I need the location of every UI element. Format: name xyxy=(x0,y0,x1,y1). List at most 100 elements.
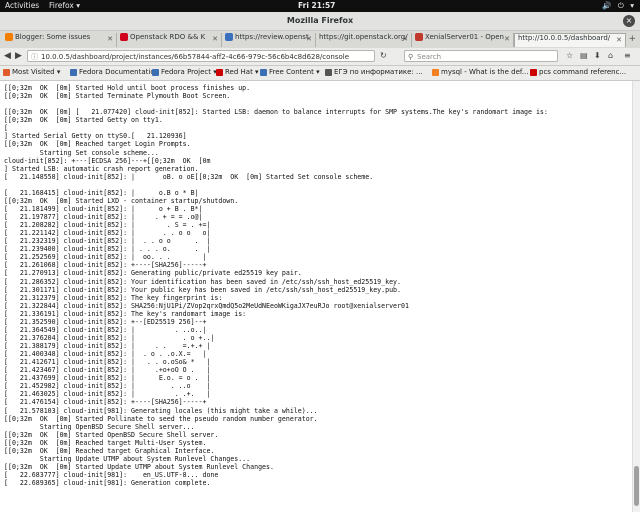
console-line: [ 21.301171] cloud-init[852]: Your publi… xyxy=(4,285,401,294)
console-line: [[0;32m OK [0m] Started Getty on tty1. xyxy=(4,116,163,125)
close-tab-icon[interactable]: ✕ xyxy=(212,35,218,43)
folder-icon xyxy=(152,68,159,76)
page-icon xyxy=(325,68,332,76)
console-line: [[0;32m OK [0m] Started OpenBSD Secure S… xyxy=(4,430,219,439)
tab-label: XenialServer01 - Open xyxy=(425,33,504,41)
tab-label: http://10.0.0.5/dashboard/ xyxy=(518,34,611,42)
downloads-icon[interactable]: ⬇ xyxy=(594,51,601,60)
bookmark-free-content[interactable]: Free Content ▾ xyxy=(260,68,320,76)
console-line: [ 21.270913] cloud-init[852]: Generating… xyxy=(4,269,302,278)
console-line: Starting Update UTMP about System Runlev… xyxy=(4,454,251,463)
scrollbar-thumb[interactable] xyxy=(634,466,639,506)
url-text: 10.0.0.5/dashboard/project/instances/66b… xyxy=(41,53,350,61)
tab-label: https://review.openst xyxy=(235,33,309,41)
site-favicon-icon xyxy=(225,33,233,41)
navigation-bar: ◀ ▶ ⓘ 10.0.0.5/dashboard/project/instance… xyxy=(0,48,640,66)
console-line: [ 21.352590] cloud-init[852]: +--[ED2551… xyxy=(4,317,207,326)
console-line: [ 21.364549] cloud-init[852]: | . ..o..| xyxy=(4,325,207,334)
console-line: [[0;32m OK [0m] Started Pollinate to see… xyxy=(4,414,318,423)
console-line: [ 21.463025] cloud-init[852]: | . .+. | xyxy=(4,390,211,399)
bookmark-ege[interactable]: ЕГЭ по информатике: ... xyxy=(325,68,423,76)
bookmark-mysql[interactable]: mysql - What is the def... xyxy=(432,68,529,76)
menu-icon[interactable]: ≡ xyxy=(624,51,631,60)
console-line: [ 21.388179] cloud-init[852]: | . . =.+.… xyxy=(4,342,211,350)
reading-list-icon[interactable]: ▤ xyxy=(580,51,588,60)
activities-button[interactable]: Activities xyxy=(5,1,39,10)
close-window-button[interactable]: × xyxy=(623,15,635,27)
tab-bar: Blogger: Some issues ✕ Openstack RDO && K… xyxy=(0,31,640,49)
console-line: [ 21.322844] cloud-init[852]: SHA256:NjU… xyxy=(4,301,409,310)
console-line: [ 21.578103] cloud-init[981]: Generating… xyxy=(4,406,318,415)
console-line: [[0;32m OK [0m] Reached target Login Pro… xyxy=(4,140,191,149)
window-title-bar: Mozilla Firefox × xyxy=(0,12,640,31)
home-icon[interactable]: ⌂ xyxy=(608,51,613,60)
window-title: Mozilla Firefox xyxy=(286,16,354,25)
console-line: ] Started Serial Getty on ttyS0.[ 21.120… xyxy=(4,132,187,141)
tab-dashboard-active[interactable]: http://10.0.0.5/dashboard/ ✕ xyxy=(514,33,626,47)
folder-icon xyxy=(216,68,223,76)
console-line: [[0;32m OK [0m] Started LXD - container … xyxy=(4,196,239,205)
tab-openstack-rdo[interactable]: Openstack RDO && K ✕ xyxy=(117,33,222,47)
folder-icon xyxy=(260,68,267,76)
url-bar[interactable]: ⓘ 10.0.0.5/dashboard/project/instances/66… xyxy=(27,50,375,62)
console-line: [ 21.168415] cloud-init[852]: | o.B o * … xyxy=(4,188,199,197)
close-tab-icon[interactable]: ✕ xyxy=(306,35,312,43)
console-line: [[0;32m OK [0m] Reached target Graphical… xyxy=(4,446,215,455)
tab-label: Openstack RDO && K xyxy=(130,33,206,41)
search-icon: ⚲ xyxy=(408,53,414,61)
close-tab-icon[interactable]: ✕ xyxy=(107,35,113,43)
console-line: Starting Set console scheme... xyxy=(4,148,159,157)
app-menu[interactable]: Firefox ▾ xyxy=(49,1,80,10)
console-line: [ 22.683777] cloud-init[981]: en_US.UTF-… xyxy=(4,471,219,479)
bookmarks-toolbar: Most Visited ▾ Fedora Documentation Fedo… xyxy=(0,66,640,81)
console-line: [ 21.252569] cloud-init[852]: | oo. . . … xyxy=(4,253,207,262)
console-line: [ 21.376204] cloud-init[852]: | . o +..| xyxy=(4,333,215,342)
bookmark-pcs[interactable]: pcs command referenc... xyxy=(530,68,626,76)
tab-blogger[interactable]: Blogger: Some issues ✕ xyxy=(2,33,117,47)
console-line: [[0;32m OK [0m] Reached target Multi-Use… xyxy=(4,438,207,447)
fedora-icon xyxy=(70,68,77,76)
tab-review-openstack[interactable]: https://review.openst ✕ xyxy=(222,33,316,47)
console-line: [ 21.208282] cloud-init[852]: | . S = . … xyxy=(4,221,211,230)
forward-icon[interactable]: ▶ xyxy=(15,51,22,61)
console-line: Starting OpenBSD Secure Shell server... xyxy=(4,422,195,431)
close-tab-icon[interactable]: ✕ xyxy=(616,36,622,44)
console-line: [ 21.400348] cloud-init[852]: | . o . .o… xyxy=(4,350,207,359)
console-line: [ 21.239400] cloud-init[852]: | . . . o.… xyxy=(4,245,211,254)
bookmark-star-icon[interactable]: ☆ xyxy=(566,51,573,60)
tab-label: https://git.openstack.org/ xyxy=(319,33,408,41)
reload-icon[interactable]: ↻ xyxy=(380,51,387,60)
scrollbar[interactable] xyxy=(632,81,640,512)
bookmark-fedora-docs[interactable]: Fedora Documentation xyxy=(70,68,159,76)
console-line: [ 22.689365] cloud-init[981]: Generation… xyxy=(4,479,211,488)
clock[interactable]: Fri 21:57 xyxy=(298,1,335,10)
console-line: [ 21.232319] cloud-init[852]: | . . o o … xyxy=(4,237,211,246)
tab-git-openstack[interactable]: https://git.openstack.org/✕ xyxy=(316,33,412,47)
new-tab-icon[interactable]: + xyxy=(628,34,636,44)
console-line: [ 21.423467] cloud-init[852]: | .+o+oO O… xyxy=(4,366,211,375)
console-line: ] Started LSB: automatic crash report ge… xyxy=(4,164,199,173)
console-line: [ 21.476154] cloud-init[852]: +----[SHA2… xyxy=(4,398,207,407)
system-tray[interactable]: 🔊 ⏻ ▾ xyxy=(602,1,636,11)
bookmark-red-hat[interactable]: Red Hat ▾ xyxy=(216,68,259,76)
console-line: [ 21.261068] cloud-init[852]: +----[SHA2… xyxy=(4,261,207,270)
close-tab-icon[interactable]: ✕ xyxy=(402,35,408,43)
vm-console[interactable]: [[0;32m OK [0m] Started Hold until boot … xyxy=(0,81,632,512)
back-icon[interactable]: ◀ xyxy=(4,51,11,61)
bookmark-most-visited[interactable]: Most Visited ▾ xyxy=(3,68,60,76)
site-favicon-icon xyxy=(120,33,128,41)
site-favicon-icon xyxy=(415,33,423,41)
bookmark-fedora-project[interactable]: Fedora Project ▾ xyxy=(152,68,217,76)
close-tab-icon[interactable]: ✕ xyxy=(504,35,510,43)
search-input[interactable]: ⚲ Search xyxy=(404,50,558,62)
console-line: [ 21.286352] cloud-init[852]: Your ident… xyxy=(4,277,401,286)
console-line: [[0;32m OK [0m] Started Hold until boot … xyxy=(4,84,251,92)
console-line: [ 21.437699] cloud-init[852]: | E.o. = o… xyxy=(4,374,211,383)
site-info-icon[interactable]: ⓘ xyxy=(31,53,38,61)
redhat-icon xyxy=(530,68,537,76)
tab-xenialserver01[interactable]: XenialServer01 - Open ✕ xyxy=(412,33,514,47)
console-line: [[0;32m OK [0m] [ 21.077420] cloud-init[… xyxy=(4,108,548,117)
console-line: [ 21.181499] cloud-init[852]: | o + B . … xyxy=(4,204,203,213)
console-line: [ 21.452982] cloud-init[852]: | . ..o | xyxy=(4,382,211,391)
console-line: cloud-init[852]: +---[ECDSA 256]---+[[0;… xyxy=(4,156,211,165)
